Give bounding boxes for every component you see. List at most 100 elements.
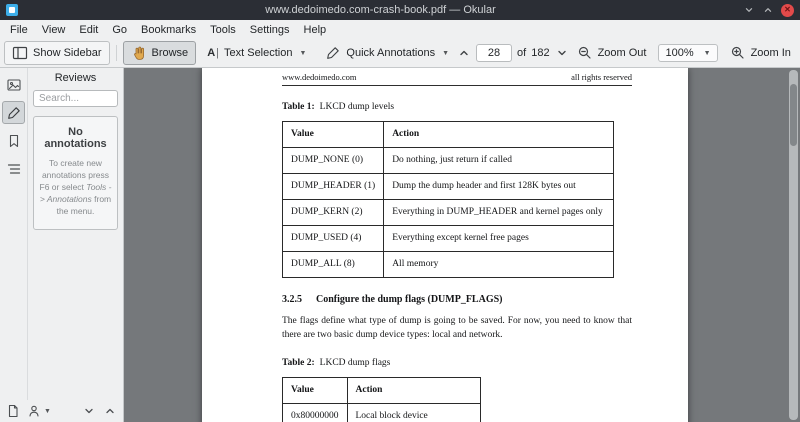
dump-flags-table: Value Action 0x80000000 Local block devi… bbox=[282, 377, 481, 422]
zoom-level-value: 100% bbox=[665, 47, 694, 59]
menu-file[interactable]: File bbox=[3, 22, 35, 38]
no-annotations-text: To create new annotations press F6 or se… bbox=[39, 157, 112, 217]
table1-caption: Table 1: LKCD dump levels bbox=[282, 102, 632, 112]
zoom-in-button[interactable]: Zoom In bbox=[722, 41, 799, 65]
magnifier-plus-icon bbox=[731, 46, 744, 59]
table-header-row: Value Action bbox=[282, 377, 481, 404]
page-navigation: of 182 bbox=[457, 44, 569, 62]
chevron-up-icon bbox=[106, 408, 114, 414]
browse-label: Browse bbox=[151, 47, 189, 59]
chevron-down-icon: ▼ bbox=[299, 49, 307, 57]
thumbnails-tab[interactable] bbox=[2, 73, 25, 96]
page-number-input[interactable] bbox=[476, 44, 513, 62]
table-row: DUMP_KERN (2) Everything in DUMP_HEADER … bbox=[281, 199, 615, 226]
section-number: 3.2.5 bbox=[282, 294, 302, 305]
no-annotations-box: No annotations To create new annotations… bbox=[33, 116, 118, 230]
section-title: Configure the dump flags (DUMP_FLAGS) bbox=[316, 294, 503, 305]
table-row: DUMP_ALL (8) All memory bbox=[281, 251, 615, 278]
cell-action: Local block device bbox=[346, 403, 481, 422]
table1-caption-text: LKCD dump levels bbox=[319, 102, 395, 112]
bookmarks-tab[interactable] bbox=[2, 129, 25, 152]
close-icon[interactable]: ✕ bbox=[781, 3, 794, 17]
menu-help[interactable]: Help bbox=[297, 22, 334, 38]
menu-view[interactable]: View bbox=[35, 22, 73, 38]
menu-bookmarks[interactable]: Bookmarks bbox=[134, 22, 203, 38]
reviews-tab[interactable] bbox=[2, 101, 25, 124]
header-website: www.dedoimedo.com bbox=[282, 72, 357, 82]
total-pages-label: 182 bbox=[531, 47, 550, 59]
collapse-all-button[interactable] bbox=[103, 404, 117, 418]
contents-tab[interactable] bbox=[2, 157, 25, 180]
cell-action: Do nothing, just return if called bbox=[383, 147, 615, 174]
zoom-out-label: Zoom Out bbox=[597, 47, 647, 59]
table-row: DUMP_HEADER (1) Dump the dump header and… bbox=[281, 173, 615, 200]
group-by-author-button[interactable]: ▼ bbox=[27, 404, 51, 418]
cell-action: All memory bbox=[383, 251, 615, 278]
okular-window: www.dedoimedo.com-crash-book.pdf — Okula… bbox=[0, 0, 800, 422]
column-header-value: Value bbox=[282, 377, 348, 404]
toolbar-right: Zoom Out 100% ▼ Zoom In bbox=[569, 41, 799, 65]
expand-all-button[interactable] bbox=[82, 404, 96, 418]
pen-icon bbox=[327, 47, 340, 59]
menubar: File View Edit Go Bookmarks Tools Settin… bbox=[0, 20, 800, 39]
titlebar: www.dedoimedo.com-crash-book.pdf — Okula… bbox=[0, 0, 800, 20]
text-selection-button[interactable]: A | Text Selection ▼ bbox=[199, 43, 314, 63]
cell-action: Everything in DUMP_HEADER and kernel pag… bbox=[383, 199, 615, 226]
cell-value: DUMP_KERN (2) bbox=[281, 199, 385, 226]
menu-settings[interactable]: Settings bbox=[243, 22, 297, 38]
scrollbar-thumb[interactable] bbox=[790, 84, 797, 146]
table2-caption-label: Table 2: bbox=[282, 358, 315, 368]
next-page-icon[interactable] bbox=[555, 46, 569, 60]
menu-edit[interactable]: Edit bbox=[72, 22, 105, 38]
cell-value: 0x80000000 bbox=[282, 403, 348, 422]
sidebar-main: Reviews No annotations To create new ann… bbox=[0, 68, 123, 400]
cell-action: Everything except kernel free pages bbox=[383, 225, 615, 252]
search-input[interactable] bbox=[33, 90, 118, 107]
hand-browse-icon bbox=[133, 46, 144, 60]
chevron-down-icon bbox=[85, 408, 93, 414]
vertical-scrollbar[interactable] bbox=[789, 70, 798, 420]
table2-caption-text: LKCD dump flags bbox=[319, 358, 391, 368]
magnifier-minus-icon bbox=[578, 46, 591, 59]
column-header-action: Action bbox=[383, 121, 615, 148]
cell-value: DUMP_USED (4) bbox=[281, 225, 385, 252]
cell-value: DUMP_ALL (8) bbox=[281, 251, 385, 278]
minimize-icon[interactable] bbox=[743, 4, 755, 16]
pdf-running-header: www.dedoimedo.com all rights reserved bbox=[282, 72, 632, 86]
table-row: DUMP_USED (4) Everything except kernel f… bbox=[281, 225, 615, 252]
chevron-down-icon: ▼ bbox=[442, 49, 450, 57]
table-of-contents-icon bbox=[7, 163, 20, 174]
section-heading: 3.2.5 Configure the dump flags (DUMP_FLAG… bbox=[282, 294, 632, 305]
show-sidebar-label: Show Sidebar bbox=[33, 47, 102, 59]
browse-button[interactable]: Browse bbox=[122, 41, 197, 65]
menu-tools[interactable]: Tools bbox=[203, 22, 243, 38]
sidebar-panel-icon bbox=[12, 46, 28, 60]
document-viewport[interactable]: www.dedoimedo.com all rights reserved Ta… bbox=[124, 68, 800, 422]
previous-page-icon[interactable] bbox=[457, 46, 471, 60]
dump-levels-table: Value Action DUMP_NONE (0) Do nothing, j… bbox=[281, 121, 615, 278]
group-by-page-button[interactable] bbox=[6, 404, 20, 418]
body-paragraph: The flags define what type of dump is go… bbox=[282, 316, 632, 340]
cell-value: DUMP_NONE (0) bbox=[281, 147, 385, 174]
cell-action: Dump the dump header and first 128K byte… bbox=[383, 173, 615, 200]
zoom-level-combo[interactable]: 100% ▼ bbox=[658, 44, 718, 62]
zoom-out-button[interactable]: Zoom Out bbox=[569, 41, 655, 65]
table-row: DUMP_NONE (0) Do nothing, just return if… bbox=[281, 147, 615, 174]
toolbar-left: Show Sidebar Browse A | Text Selection ▼ … bbox=[4, 41, 457, 65]
maximize-icon[interactable] bbox=[762, 4, 774, 16]
quick-annotations-button[interactable]: Quick Annotations ▼ bbox=[317, 41, 457, 65]
page-icon bbox=[8, 404, 18, 418]
annotation-pen-icon bbox=[7, 106, 20, 119]
panel-title: Reviews bbox=[54, 72, 97, 84]
show-sidebar-button[interactable]: Show Sidebar bbox=[4, 41, 110, 65]
sidebar-tool-strip bbox=[0, 68, 27, 400]
menu-go[interactable]: Go bbox=[105, 22, 134, 38]
header-rights: all rights reserved bbox=[571, 72, 632, 82]
text-selection-icon: A | bbox=[207, 47, 219, 59]
author-person-icon bbox=[29, 405, 39, 417]
chevron-down-icon: ▼ bbox=[703, 49, 711, 57]
window-controls: ✕ bbox=[743, 3, 794, 17]
pdf-page: www.dedoimedo.com all rights reserved Ta… bbox=[202, 68, 688, 422]
content-area: Reviews No annotations To create new ann… bbox=[0, 68, 800, 422]
toolbar: Show Sidebar Browse A | Text Selection ▼ … bbox=[0, 39, 800, 68]
